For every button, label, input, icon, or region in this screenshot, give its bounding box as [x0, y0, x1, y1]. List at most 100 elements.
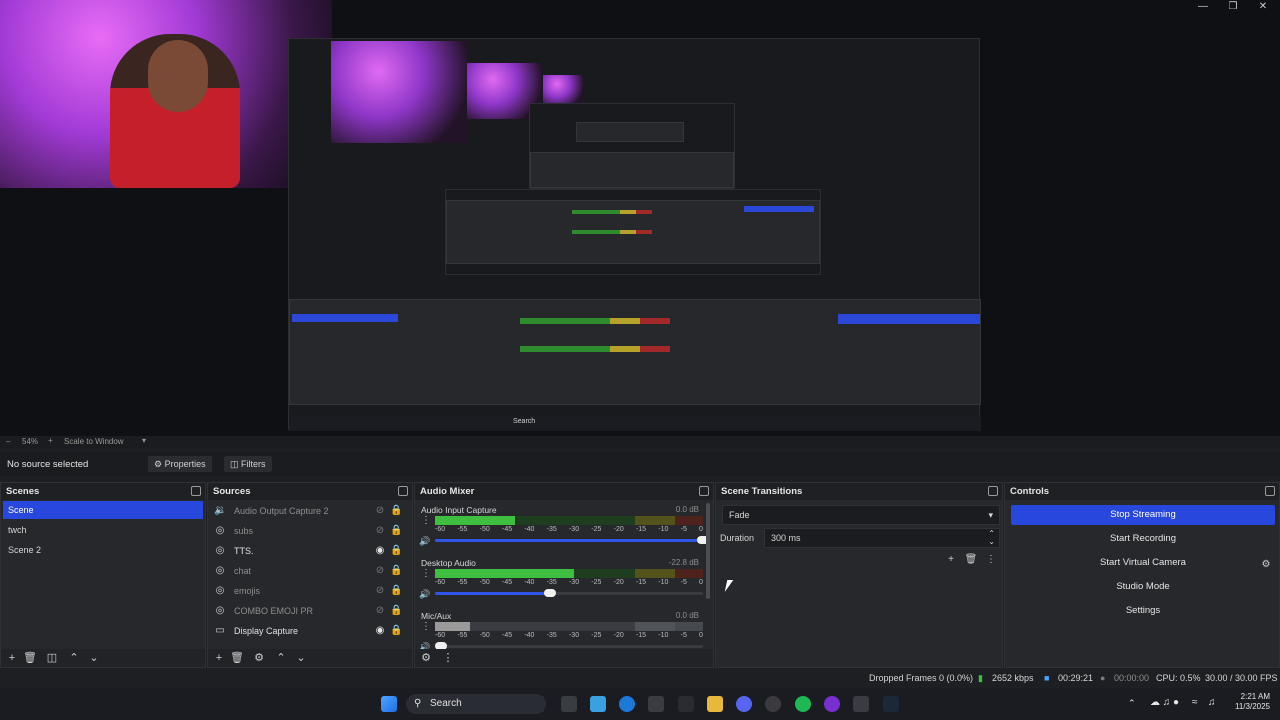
- mixer-menu-icon[interactable]: ⋮: [441, 651, 455, 665]
- eye-icon[interactable]: ◉: [374, 625, 386, 637]
- tray-chevron-icon[interactable]: ⌃: [1128, 698, 1136, 709]
- scene-item[interactable]: Scene: [3, 501, 203, 519]
- lock-icon[interactable]: 🔒: [390, 525, 402, 537]
- discord-icon[interactable]: [736, 696, 752, 712]
- scale-mode[interactable]: Scale to Window: [64, 437, 124, 446]
- wifi-icon[interactable]: ≈: [1192, 697, 1198, 708]
- app-icon[interactable]: [678, 696, 694, 712]
- windows-start-icon[interactable]: [381, 696, 397, 712]
- maximize-button[interactable]: ❒: [1218, 0, 1248, 14]
- zoom-in-icon[interactable]: +: [48, 436, 53, 445]
- volume-slider[interactable]: [435, 536, 709, 544]
- channel-menu-icon[interactable]: ⋮: [421, 622, 431, 632]
- scale-dropdown-icon[interactable]: ▾: [142, 436, 146, 445]
- store-icon[interactable]: [648, 696, 664, 712]
- file-explorer-icon[interactable]: [707, 696, 723, 712]
- start-virtual-camera-button[interactable]: Start Virtual Camera: [1011, 553, 1275, 573]
- source-item[interactable]: ◎ chat ⊘ 🔒: [210, 561, 410, 581]
- nested-webcam-3: [543, 75, 583, 105]
- eye-hidden-icon[interactable]: ⊘: [374, 565, 386, 577]
- controls-dock: Controls Stop Streaming Start Recording St…: [1004, 482, 1280, 668]
- scenes-undock-icon[interactable]: [191, 486, 201, 496]
- stepper-down-icon[interactable]: ⌄: [988, 533, 995, 551]
- lock-icon[interactable]: 🔒: [390, 505, 402, 517]
- taskbar-clock[interactable]: 2:21 AM 11/3/2025: [1235, 692, 1270, 712]
- volume-knob[interactable]: [544, 589, 556, 597]
- source-item[interactable]: ▭ Display Capture ◉ 🔒: [210, 621, 410, 641]
- duration-input[interactable]: 300 ms ⌃ ⌄: [764, 528, 1000, 548]
- mixer-undock-icon[interactable]: [699, 486, 709, 496]
- source-properties-icon[interactable]: ⚙: [252, 651, 266, 665]
- taskbar-search[interactable]: ⚲ Search: [406, 694, 546, 714]
- advanced-audio-icon[interactable]: ⚙: [419, 651, 433, 665]
- controls-undock-icon[interactable]: [1265, 486, 1275, 496]
- channel-menu-icon[interactable]: ⋮: [421, 516, 431, 526]
- eye-icon[interactable]: ◉: [374, 545, 386, 557]
- mixer-scrollbar[interactable]: [706, 503, 710, 599]
- minimize-button[interactable]: —: [1188, 0, 1218, 14]
- channel-menu-icon[interactable]: ⋮: [421, 569, 431, 579]
- source-item[interactable]: ◎ COMBO EMOJI PR ⊘ 🔒: [210, 601, 410, 621]
- zoom-out-icon[interactable]: –: [6, 437, 10, 446]
- meter-yellow-zone: [635, 622, 675, 631]
- obs-icon[interactable]: [765, 696, 781, 712]
- edge-icon[interactable]: [619, 696, 635, 712]
- remove-transition-icon[interactable]: 🗑: [964, 553, 978, 567]
- transitions-undock-icon[interactable]: [988, 486, 998, 496]
- add-transition-icon[interactable]: +: [944, 553, 958, 567]
- source-label: Audio Output Capture 2: [234, 506, 329, 516]
- add-source-icon[interactable]: +: [212, 651, 226, 665]
- transition-select[interactable]: Fade ▾: [722, 505, 1000, 525]
- studio-mode-button[interactable]: Studio Mode: [1011, 577, 1275, 597]
- source-item[interactable]: ◎ subs ⊘ 🔒: [210, 521, 410, 541]
- virtual-camera-settings-icon[interactable]: ⚙: [1259, 558, 1273, 572]
- move-down-icon[interactable]: ⌄: [87, 651, 101, 665]
- volume-slider[interactable]: [435, 642, 703, 650]
- filters-button[interactable]: ◫ Filters: [224, 456, 272, 472]
- task-view-icon[interactable]: [561, 696, 577, 712]
- eye-hidden-icon[interactable]: ⊘: [374, 525, 386, 537]
- move-down-icon[interactable]: ⌄: [294, 651, 308, 665]
- transition-menu-icon[interactable]: ⋮: [984, 553, 998, 567]
- source-item[interactable]: ◎ emojis ⊘ 🔒: [210, 581, 410, 601]
- lock-icon[interactable]: 🔒: [390, 585, 402, 597]
- chevron-down-icon: ▾: [988, 510, 993, 520]
- settings-button[interactable]: Settings: [1011, 601, 1275, 621]
- volume-icon[interactable]: ♫: [1208, 697, 1216, 708]
- source-item[interactable]: ◎ TTS. ◉ 🔒: [210, 541, 410, 561]
- move-up-icon[interactable]: ⌃: [67, 651, 81, 665]
- transition-value: Fade: [729, 510, 750, 520]
- speaker-icon[interactable]: 🔊: [419, 589, 430, 600]
- nested-mini-panel: [576, 122, 684, 142]
- twitch-icon[interactable]: [824, 696, 840, 712]
- copilot-icon[interactable]: [590, 696, 606, 712]
- eye-hidden-icon[interactable]: ⊘: [374, 505, 386, 517]
- volume-slider[interactable]: [435, 589, 703, 597]
- lock-icon[interactable]: 🔒: [390, 565, 402, 577]
- spotify-icon[interactable]: [795, 696, 811, 712]
- lock-icon[interactable]: 🔒: [390, 545, 402, 557]
- properties-button[interactable]: ⚙ Properties: [148, 456, 212, 472]
- eye-hidden-icon[interactable]: ⊘: [374, 605, 386, 617]
- scene-filters-icon[interactable]: ◫: [45, 651, 59, 665]
- scene-item[interactable]: Scene 2: [3, 541, 203, 559]
- sources-undock-icon[interactable]: [398, 486, 408, 496]
- lock-icon[interactable]: 🔒: [390, 625, 402, 637]
- add-scene-icon[interactable]: +: [5, 651, 19, 665]
- terminal-icon[interactable]: [853, 696, 869, 712]
- move-up-icon[interactable]: ⌃: [274, 651, 288, 665]
- speaker-icon[interactable]: 🔊: [419, 536, 430, 547]
- start-recording-button[interactable]: Start Recording: [1011, 529, 1275, 549]
- remove-source-icon[interactable]: 🗑: [230, 651, 244, 665]
- preview-canvas[interactable]: Search: [0, 0, 1280, 436]
- close-button[interactable]: ✕: [1248, 0, 1278, 14]
- remove-scene-icon[interactable]: 🗑: [23, 651, 37, 665]
- tray-icons[interactable]: ☁ ♫ ●: [1150, 697, 1179, 708]
- scene-item[interactable]: twch: [3, 521, 203, 539]
- stop-streaming-button[interactable]: Stop Streaming: [1011, 505, 1275, 525]
- steam-icon[interactable]: [883, 696, 899, 712]
- globe-icon: ◎: [215, 525, 225, 536]
- lock-icon[interactable]: 🔒: [390, 605, 402, 617]
- source-item[interactable]: 🔉 Audio Output Capture 2 ⊘ 🔒: [210, 501, 410, 521]
- eye-hidden-icon[interactable]: ⊘: [374, 585, 386, 597]
